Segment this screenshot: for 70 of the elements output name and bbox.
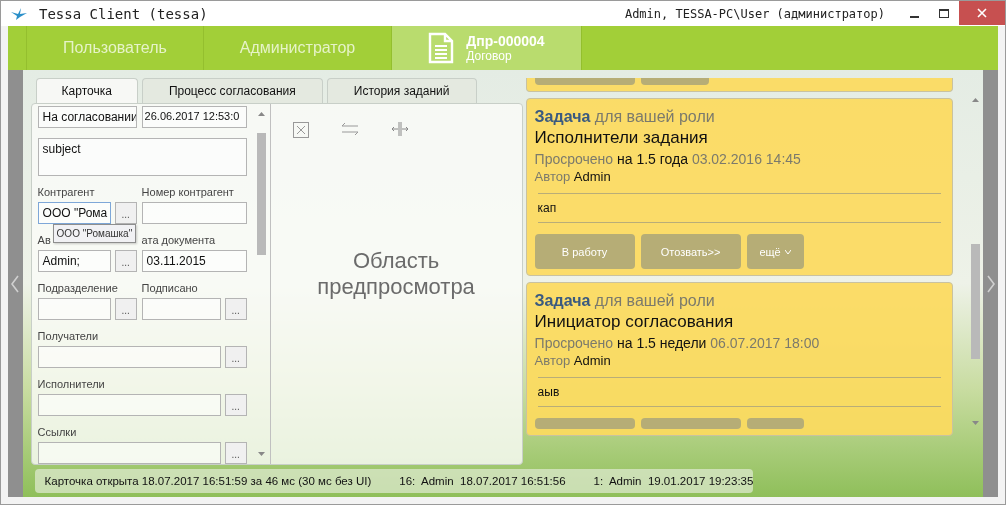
task-overdue: Просрочено на 1.5 года 03.02.2016 14:45 — [534, 151, 802, 167]
field-label: Подразделение — [37, 282, 119, 296]
browse-button[interactable]: ... — [224, 442, 247, 464]
input-field[interactable]: 03.11.2015 — [141, 250, 247, 272]
task-title: Инициатор согласования — [534, 312, 735, 332]
input-field[interactable]: ООО "Рома — [37, 202, 111, 224]
status-text: Карточка открыта 18.07.2017 16:51:59 за 46 мс (30 мс без UI) — [44, 475, 372, 487]
close-button[interactable] — [959, 1, 1005, 25]
chevron-right-icon[interactable] — [985, 274, 996, 293]
task-author: Автор Admin — [534, 169, 612, 184]
scroll-up-icon[interactable] — [258, 112, 266, 116]
browse-button[interactable]: ... — [224, 394, 247, 416]
field-label: Контрагент — [37, 186, 96, 200]
bird-logo-icon — [11, 7, 27, 20]
field-label: ата документа — [141, 234, 217, 248]
document-type: Договор — [466, 49, 513, 63]
document-number: Дпр-000004 — [466, 33, 545, 49]
field-label: Получатели — [37, 330, 100, 344]
field-label: Ссылки — [37, 426, 78, 440]
field-label: Исполнители — [37, 378, 106, 392]
field-label: Подписано — [141, 282, 199, 296]
document-icon — [428, 32, 455, 64]
close-icon — [977, 8, 987, 18]
user-info: Admin, TESSA-PC\User (администратор) — [624, 6, 885, 21]
input-field[interactable] — [37, 298, 111, 320]
task-header: Задача для вашей роли — [534, 108, 716, 126]
subject-field[interactable]: subject — [37, 138, 247, 176]
browse-button[interactable]: ... — [114, 250, 137, 272]
maximize-icon[interactable] — [939, 8, 949, 18]
card-tab[interactable]: История заданий — [326, 78, 477, 103]
status-text: 16: Admin 18.07.2017 16:51:56 — [399, 475, 566, 487]
input-field[interactable] — [37, 346, 221, 368]
task-author: Автор Admin — [534, 353, 612, 368]
scrollbar-thumb[interactable] — [257, 133, 267, 255]
close-icon[interactable] — [293, 122, 310, 138]
browse-button[interactable]: ... — [114, 298, 137, 320]
input-field[interactable] — [141, 202, 247, 224]
task-button[interactable] — [640, 418, 741, 429]
caret-icon — [784, 249, 791, 254]
scroll-up-icon[interactable] — [971, 98, 979, 102]
scroll-down-icon[interactable] — [258, 452, 266, 456]
scroll-down-icon[interactable] — [971, 421, 979, 425]
task-comment: аыв — [537, 377, 941, 407]
field-label: Ав — [37, 234, 52, 248]
task-button[interactable] — [746, 418, 804, 429]
task-button[interactable] — [534, 418, 635, 429]
card-tab[interactable]: Карточка — [35, 78, 138, 103]
input-field[interactable]: Admin; — [37, 250, 111, 272]
preview-placeholder-text: Область предпросмотра — [316, 248, 476, 301]
swap-arrows-icon[interactable] — [341, 122, 360, 136]
browse-button[interactable]: ... — [114, 202, 137, 224]
field-label: Номер контрагент — [141, 186, 235, 200]
scrollbar-thumb[interactable] — [970, 244, 980, 359]
split-icon[interactable] — [391, 122, 410, 136]
task-title: Исполнители задания — [534, 128, 709, 148]
task-header: Задача для вашей роли — [534, 292, 716, 310]
window-title: Tessa Client (tessa) — [39, 5, 208, 22]
browse-button[interactable]: ... — [224, 346, 247, 368]
browse-button[interactable]: ... — [224, 298, 247, 320]
side-panel[interactable] — [8, 70, 23, 497]
task-overdue: Просрочено на 1.5 недели 06.07.2017 18:00 — [534, 335, 821, 351]
chevron-left-icon[interactable] — [10, 274, 21, 293]
input-field[interactable]: 26.06.2017 12:53:0 — [141, 106, 247, 128]
input-field[interactable] — [141, 298, 221, 320]
status-text: 1: Admin 19.01.2017 19:23:35 — [593, 475, 754, 487]
input-field[interactable] — [37, 394, 221, 416]
card-tab[interactable]: Процесс согласования — [141, 78, 323, 103]
task-comment: кап — [537, 193, 941, 223]
tooltip: ООО "Ромашка" — [52, 224, 137, 243]
input-field[interactable] — [37, 442, 221, 464]
